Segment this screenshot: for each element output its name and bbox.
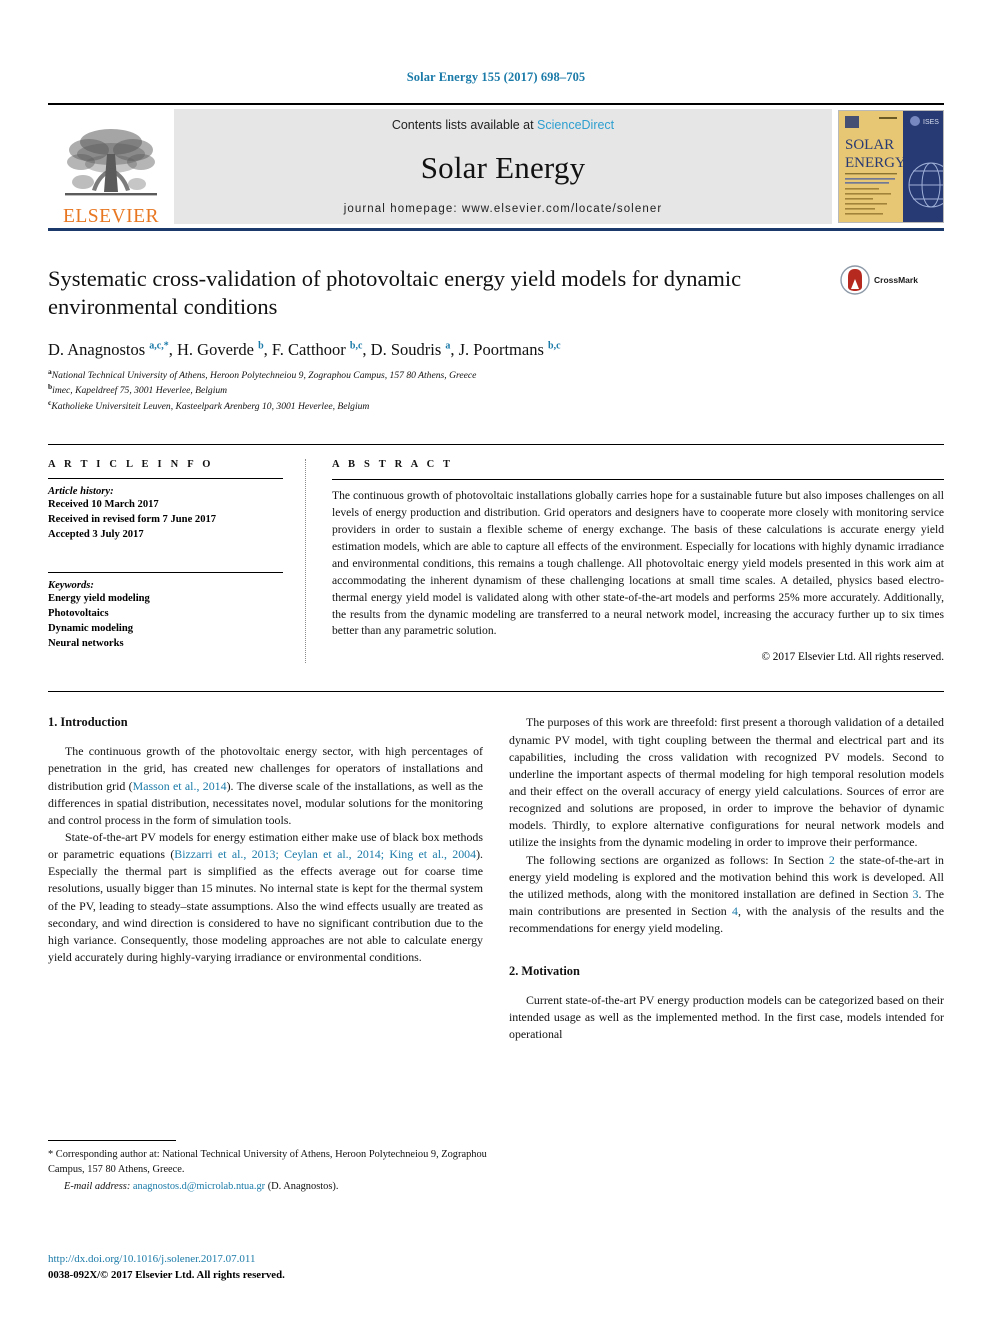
history-item: Received 10 March 2017 <box>48 499 159 511</box>
divider <box>332 479 944 481</box>
keyword-item: Energy yield modeling <box>48 593 150 605</box>
doi-link[interactable]: http://dx.doi.org/10.1016/j.solener.2017… <box>48 1252 508 1268</box>
keywords-label: Keywords: <box>48 580 94 592</box>
email-owner: (D. Anagnostos). <box>267 1180 339 1192</box>
title-block: CrossMark Systematic cross-validation of… <box>48 265 944 414</box>
keyword-item: Photovoltaics <box>48 608 109 620</box>
crossmark-badge[interactable]: CrossMark <box>840 265 944 295</box>
abstract-copyright: © 2017 Elsevier Ltd. All rights reserved… <box>761 651 945 664</box>
section-heading-introduction: 1. Introduction <box>48 715 128 730</box>
author-list: D. Anagnostos a,c,*, H. Goverde b, F. Ca… <box>48 339 561 359</box>
info-abstract-section: A R T I C L E I N F O Article history: R… <box>48 444 944 664</box>
affiliation-list: aNational Technical University of Athens… <box>48 367 944 414</box>
history-item: Received in revised form 7 June 2017 <box>48 514 217 526</box>
journal-homepage-link[interactable]: journal homepage: www.elsevier.com/locat… <box>344 203 663 215</box>
journal-masthead: ELSEVIER Contents lists available at Sci… <box>48 103 944 231</box>
svg-text:SOLAR: SOLAR <box>845 137 894 153</box>
abstract-heading: A B S T R A C T <box>332 459 454 471</box>
article-info-heading: A R T I C L E I N F O <box>48 459 214 471</box>
email-label: E-mail address: <box>64 1180 131 1192</box>
citation-link[interactable]: Bizzarri et al., 2013; Ceylan et al., 20… <box>174 847 476 861</box>
purposes-paragraph: The purposes of this work are threefold:… <box>509 715 944 850</box>
article-page: Solar Energy 155 (2017) 698–705 ELSEVIER… <box>0 0 992 1323</box>
contents-available-line: Contents lists available at ScienceDirec… <box>392 118 614 132</box>
footnote-block: * Corresponding author at: National Tech… <box>48 1140 488 1194</box>
svg-text:ENERGY: ENERGY <box>845 155 906 171</box>
citation-link[interactable]: Masson et al., 2014 <box>133 779 227 793</box>
email-note: E-mail address: anagnostos.d@microlab.nt… <box>48 1180 488 1195</box>
elsevier-logo: ELSEVIER <box>48 105 174 228</box>
journal-cover-thumbnail: SOLAR ENERGY ISES <box>838 110 944 223</box>
intro-paragraph-2: State-of-the-art PV models for energy es… <box>48 829 483 966</box>
sciencedirect-link[interactable]: ScienceDirect <box>537 118 614 132</box>
history-item: Accepted 3 July 2017 <box>48 529 144 541</box>
motivation-paragraph: Current state-of-the-art PV energy produ… <box>509 993 944 1042</box>
article-history-list: Received 10 March 2017 Received in revis… <box>48 497 283 542</box>
abstract-text: The continuous growth of photovoltaic in… <box>332 489 944 638</box>
divider <box>48 572 283 574</box>
journal-title: Solar Energy <box>420 149 586 185</box>
body-columns: 1. Introduction The continuous growth of… <box>48 691 944 1134</box>
right-body-column: The purposes of this work are threefold:… <box>509 714 944 1134</box>
keyword-item: Neural networks <box>48 638 124 650</box>
crossmark-label: CrossMark <box>874 275 918 285</box>
intro-p2-post: ). Especially the thermal part is simpli… <box>48 847 483 964</box>
affiliation-item: cKatholieke Universiteit Leuven, Kasteel… <box>48 398 370 413</box>
article-history-label: Article history: <box>48 486 114 498</box>
organization-paragraph: The following sections are organized as … <box>509 852 944 938</box>
elsevier-tree-icon <box>65 128 157 195</box>
divider <box>48 478 283 480</box>
svg-text:ISES: ISES <box>923 119 939 126</box>
affiliation-item: bimec, Kapeldreef 75, 3001 Heverlee, Bel… <box>48 382 228 397</box>
keywords-block: Keywords: Energy yield modeling Photovol… <box>48 572 283 651</box>
footnote-divider <box>48 1140 176 1141</box>
corresponding-author-note: * Corresponding author at: National Tech… <box>48 1149 487 1175</box>
page-title: Systematic cross-validation of photovolt… <box>48 266 742 320</box>
affiliation-item: aNational Technical University of Athens… <box>48 366 477 381</box>
left-body-column: 1. Introduction The continuous growth of… <box>48 714 483 1134</box>
running-head: Solar Energy 155 (2017) 698–705 <box>406 70 586 84</box>
elsevier-wordmark: ELSEVIER <box>62 205 160 227</box>
footer-block: http://dx.doi.org/10.1016/j.solener.2017… <box>48 1252 508 1284</box>
masthead-center-panel: Contents lists available at ScienceDirec… <box>174 109 832 224</box>
article-info-column: A R T I C L E I N F O Article history: R… <box>48 459 306 664</box>
crossmark-icon <box>840 265 870 295</box>
intro-paragraph-1: The continuous growth of the photovoltai… <box>48 743 483 829</box>
issn-copyright: 0038-092X/© 2017 Elsevier Ltd. All right… <box>48 1268 285 1281</box>
abstract-column: A B S T R A C T The continuous growth of… <box>306 459 944 663</box>
cover-art: SOLAR ENERGY ISES <box>839 111 943 222</box>
email-link[interactable]: anagnostos.d@microlab.ntua.gr <box>133 1181 265 1192</box>
org-part-1: The following sections are organized as … <box>526 852 829 867</box>
section-heading-motivation: 2. Motivation <box>509 964 580 979</box>
keyword-item: Dynamic modeling <box>48 623 134 635</box>
contents-prefix: Contents lists available at <box>391 118 538 132</box>
